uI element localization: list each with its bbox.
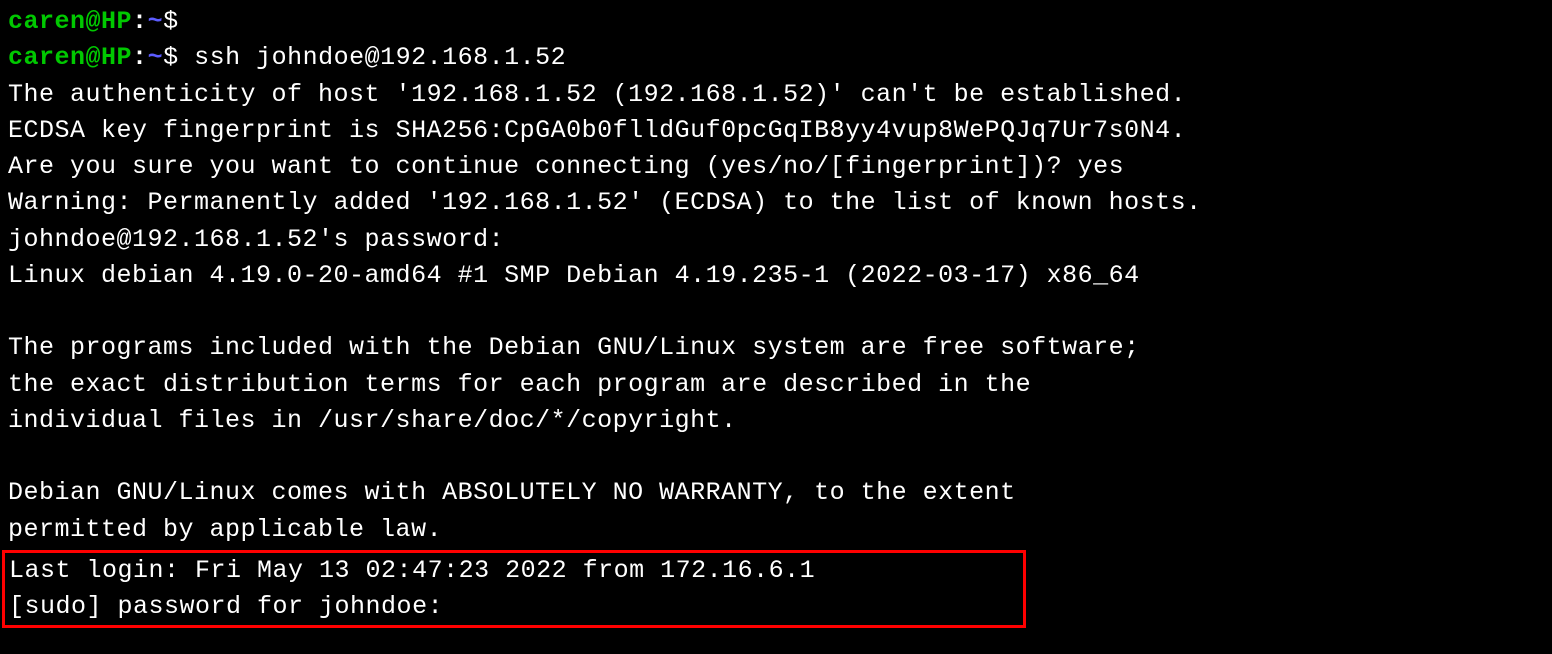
ssh-fingerprint: ECDSA key fingerprint is SHA256:CpGA0b0f… bbox=[8, 113, 1544, 149]
motd-line-2: the exact distribution terms for each pr… bbox=[8, 367, 1544, 403]
warranty-line-1: Debian GNU/Linux comes with ABSOLUTELY N… bbox=[8, 475, 1544, 511]
prompt-line-1: caren@HP:~$ bbox=[8, 4, 1544, 40]
prompt-at: @ bbox=[86, 7, 102, 36]
prompt-host: HP bbox=[101, 7, 132, 36]
prompt-at: @ bbox=[86, 43, 102, 72]
prompt-symbol: $ bbox=[163, 7, 179, 36]
sudo-password-prompt[interactable]: [sudo] password for johndoe: bbox=[9, 589, 1019, 625]
last-login: Last login: Fri May 13 02:47:23 2022 fro… bbox=[9, 553, 1019, 589]
prompt-symbol: $ bbox=[163, 43, 179, 72]
prompt-user: caren bbox=[8, 43, 86, 72]
highlighted-region: Last login: Fri May 13 02:47:23 2022 fro… bbox=[2, 550, 1026, 629]
blank-line bbox=[8, 294, 1544, 330]
motd-line-3: individual files in /usr/share/doc/*/cop… bbox=[8, 403, 1544, 439]
prompt-host: HP bbox=[101, 43, 132, 72]
warranty-line-2: permitted by applicable law. bbox=[8, 512, 1544, 548]
prompt-colon: : bbox=[132, 7, 148, 36]
ssh-added-warning: Warning: Permanently added '192.168.1.52… bbox=[8, 185, 1544, 221]
prompt-path: ~ bbox=[148, 7, 164, 36]
prompt-user: caren bbox=[8, 7, 86, 36]
command-input[interactable]: ssh johndoe@192.168.1.52 bbox=[179, 43, 567, 72]
prompt-colon: : bbox=[132, 43, 148, 72]
prompt-line-2: caren@HP:~$ ssh johndoe@192.168.1.52 bbox=[8, 40, 1544, 76]
ssh-authenticity-warning: The authenticity of host '192.168.1.52 (… bbox=[8, 77, 1544, 113]
ssh-password-prompt[interactable]: johndoe@192.168.1.52's password: bbox=[8, 222, 1544, 258]
prompt-path: ~ bbox=[148, 43, 164, 72]
blank-line bbox=[8, 439, 1544, 475]
ssh-confirm-prompt[interactable]: Are you sure you want to continue connec… bbox=[8, 149, 1544, 185]
motd-line-1: The programs included with the Debian GN… bbox=[8, 330, 1544, 366]
system-info: Linux debian 4.19.0-20-amd64 #1 SMP Debi… bbox=[8, 258, 1544, 294]
